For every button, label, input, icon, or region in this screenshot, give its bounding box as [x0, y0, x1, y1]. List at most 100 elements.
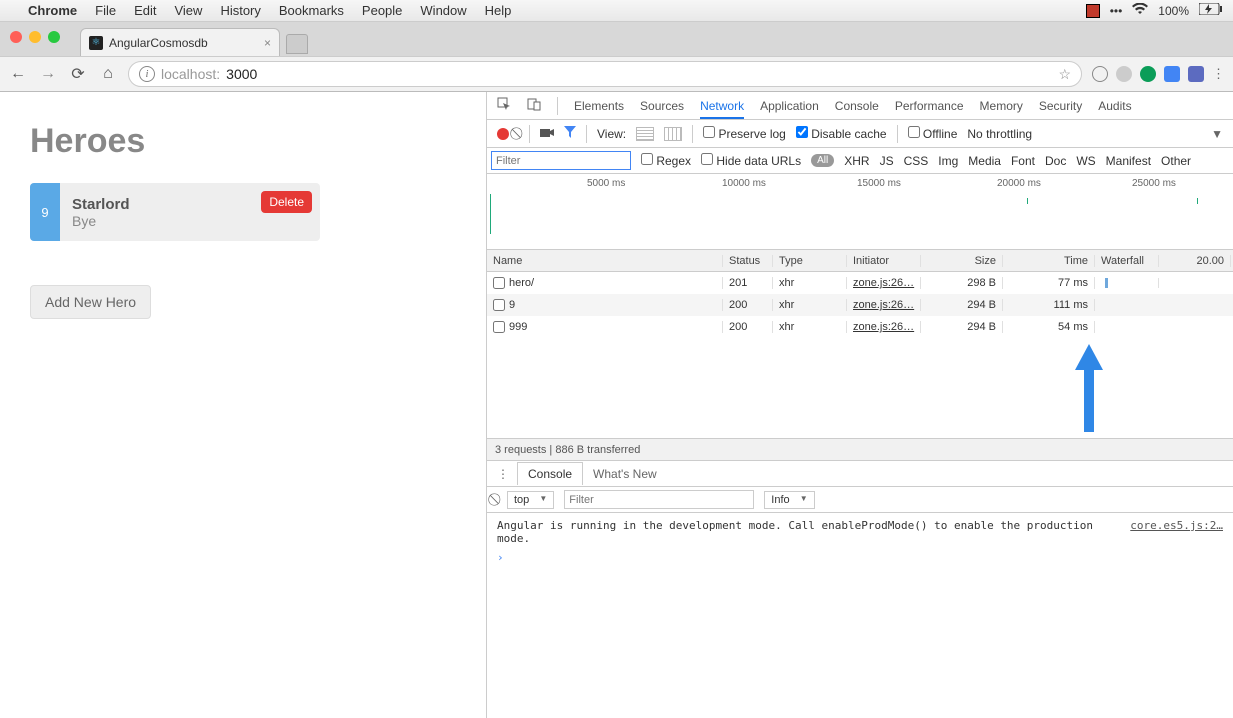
col-name[interactable]: Name — [487, 255, 723, 267]
tab-memory[interactable]: Memory — [980, 93, 1023, 119]
menu-history[interactable]: History — [220, 3, 260, 18]
type-img[interactable]: Img — [938, 154, 958, 168]
browser-menu-icon[interactable]: ⋮ — [1212, 66, 1225, 82]
site-info-icon[interactable]: i — [139, 66, 155, 82]
menu-bookmarks[interactable]: Bookmarks — [279, 3, 344, 18]
menubar-app[interactable]: Chrome — [28, 3, 77, 18]
col-status[interactable]: Status — [723, 255, 773, 267]
tab-close-icon[interactable]: × — [264, 36, 271, 50]
console-level-select[interactable]: Info — [764, 491, 814, 509]
new-tab-button[interactable] — [286, 34, 308, 54]
throttling-caret-icon[interactable]: ▼ — [1211, 127, 1223, 141]
type-manifest[interactable]: Manifest — [1106, 154, 1151, 168]
ext-icon-1[interactable] — [1092, 66, 1108, 82]
table-body: hero/ 201 xhr zone.js:26… 298 B 77 ms 9 … — [487, 272, 1233, 438]
battery-icon[interactable] — [1199, 3, 1223, 18]
cell-initiator[interactable]: zone.js:26… — [847, 277, 921, 289]
ext-icon-5[interactable] — [1188, 66, 1204, 82]
wifi-icon[interactable] — [1132, 3, 1148, 18]
delete-button[interactable]: Delete — [261, 191, 312, 213]
window-close[interactable] — [10, 31, 22, 43]
menu-edit[interactable]: Edit — [134, 3, 156, 18]
nav-reload-icon[interactable]: ⟳ — [68, 64, 88, 84]
bookmark-star-icon[interactable]: ☆ — [1058, 66, 1071, 83]
console-context-select[interactable]: top — [507, 491, 554, 509]
type-ws[interactable]: WS — [1076, 154, 1095, 168]
inspect-element-icon[interactable] — [497, 97, 511, 114]
col-extra[interactable]: 20.00 — [1159, 255, 1231, 267]
tab-console[interactable]: Console — [835, 93, 879, 119]
tab-application[interactable]: Application — [760, 93, 819, 119]
cell-initiator[interactable]: zone.js:26… — [847, 321, 921, 333]
type-all[interactable]: All — [811, 154, 834, 167]
ext-icon-2[interactable] — [1116, 66, 1132, 82]
menu-people[interactable]: People — [362, 3, 402, 18]
type-font[interactable]: Font — [1011, 154, 1035, 168]
menu-help[interactable]: Help — [485, 3, 512, 18]
menu-file[interactable]: File — [95, 3, 116, 18]
table-row[interactable]: 9 200 xhr zone.js:26… 294 B 111 ms — [487, 294, 1233, 316]
add-hero-button[interactable]: Add New Hero — [30, 285, 151, 319]
type-js[interactable]: JS — [880, 154, 894, 168]
drawer-tab-whatsnew[interactable]: What's New — [583, 463, 667, 485]
nav-forward-icon[interactable]: → — [38, 65, 58, 83]
hero-card[interactable]: 9 Starlord Bye Delete — [30, 183, 320, 241]
console-prompt-icon[interactable]: › — [497, 551, 1223, 564]
col-initiator[interactable]: Initiator — [847, 255, 921, 267]
menu-window[interactable]: Window — [420, 3, 466, 18]
throttling-select[interactable]: No throttling — [967, 127, 1032, 141]
menu-view[interactable]: View — [174, 3, 202, 18]
cell-initiator[interactable]: zone.js:26… — [847, 299, 921, 311]
console-filter-input[interactable] — [564, 490, 754, 509]
network-timeline[interactable]: 5000 ms 10000 ms 15000 ms 20000 ms 25000… — [487, 174, 1233, 250]
timeline-tick: 25000 ms — [1132, 178, 1176, 189]
drawer-menu-icon[interactable]: ⋮ — [497, 467, 509, 481]
tab-elements[interactable]: Elements — [574, 93, 624, 119]
ext-icon-3[interactable] — [1140, 66, 1156, 82]
record-button[interactable] — [497, 128, 509, 140]
window-minimize[interactable] — [29, 31, 41, 43]
row-checkbox[interactable] — [493, 277, 505, 289]
view-frames-icon[interactable] — [664, 127, 682, 141]
tab-performance[interactable]: Performance — [895, 93, 964, 119]
address-bar[interactable]: i localhost:3000 ☆ — [128, 61, 1082, 87]
tab-audits[interactable]: Audits — [1098, 93, 1131, 119]
type-css[interactable]: CSS — [904, 154, 929, 168]
tab-network[interactable]: Network — [700, 93, 744, 119]
device-toggle-icon[interactable] — [527, 97, 541, 114]
nav-home-icon[interactable]: ⌂ — [98, 65, 118, 83]
row-checkbox[interactable] — [493, 299, 505, 311]
cell-status: 201 — [723, 277, 773, 289]
type-media[interactable]: Media — [968, 154, 1001, 168]
nav-back-icon[interactable]: ← — [8, 65, 28, 83]
table-row[interactable]: hero/ 201 xhr zone.js:26… 298 B 77 ms — [487, 272, 1233, 294]
camera-icon[interactable] — [540, 127, 554, 141]
menubar-app-icon[interactable] — [1086, 4, 1100, 18]
window-zoom[interactable] — [48, 31, 60, 43]
col-type[interactable]: Type — [773, 255, 847, 267]
overflow-icon[interactable]: ••• — [1110, 4, 1123, 18]
view-list-icon[interactable] — [636, 127, 654, 141]
tab-security[interactable]: Security — [1039, 93, 1082, 119]
col-time[interactable]: Time — [1003, 255, 1095, 267]
type-xhr[interactable]: XHR — [844, 154, 869, 168]
filter-icon[interactable] — [564, 126, 576, 141]
disable-cache-checkbox[interactable]: Disable cache — [796, 126, 887, 141]
tab-sources[interactable]: Sources — [640, 93, 684, 119]
col-waterfall[interactable]: Waterfall — [1095, 255, 1159, 267]
hide-data-urls-checkbox[interactable]: Hide data URLs — [701, 153, 801, 168]
preserve-log-checkbox[interactable]: Preserve log — [703, 126, 786, 141]
browser-tab[interactable]: ⚛ AngularCosmosdb × — [80, 28, 280, 56]
table-row[interactable]: 999 200 xhr zone.js:26… 294 B 54 ms — [487, 316, 1233, 338]
regex-checkbox[interactable]: Regex — [641, 153, 691, 168]
console-source-link[interactable]: core.es5.js:2… — [1130, 519, 1223, 545]
ext-icon-4[interactable] — [1164, 66, 1180, 82]
row-checkbox[interactable] — [493, 321, 505, 333]
type-doc[interactable]: Doc — [1045, 154, 1066, 168]
drawer-tab-console[interactable]: Console — [517, 462, 583, 485]
type-other[interactable]: Other — [1161, 154, 1191, 168]
offline-checkbox[interactable]: Offline — [908, 126, 958, 141]
col-size[interactable]: Size — [921, 255, 1003, 267]
network-filter-input[interactable] — [491, 151, 631, 170]
hero-name: Starlord — [72, 196, 130, 213]
